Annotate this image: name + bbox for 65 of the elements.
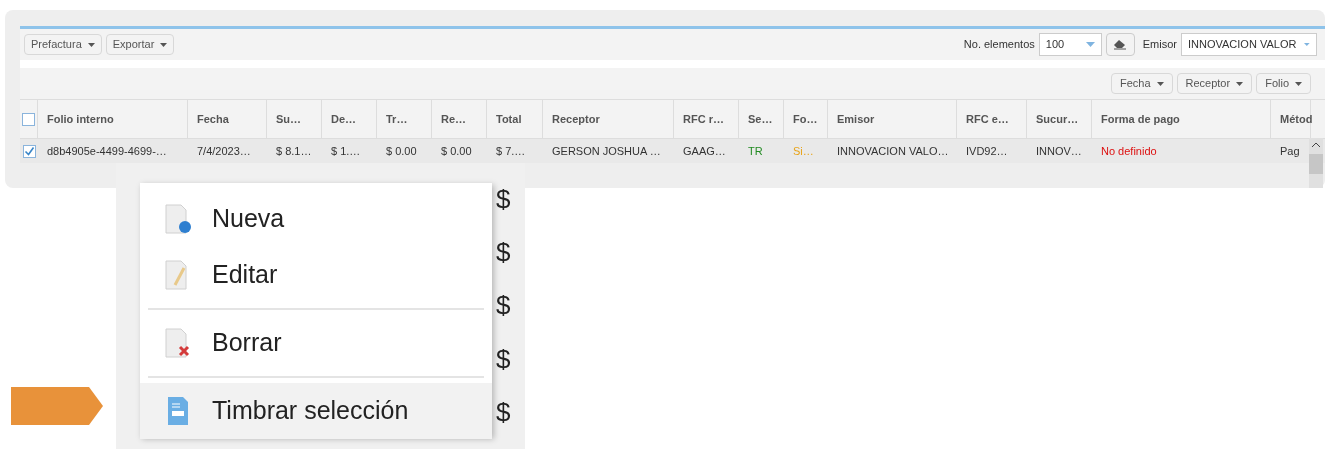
toolbar-button[interactable]: Exportar <box>105 34 175 55</box>
currency-sign: $ <box>496 342 511 376</box>
filter-button[interactable]: Folio <box>1256 73 1311 94</box>
checkbox[interactable] <box>22 144 36 158</box>
checkbox[interactable] <box>22 112 35 126</box>
table-cell-text: No definido <box>1101 143 1157 159</box>
menu-item[interactable]: Timbrar selección <box>140 383 492 439</box>
column-header[interactable]: Re… <box>432 100 487 138</box>
table-cell-text: INNOV… <box>1036 143 1082 159</box>
menu-item[interactable]: Nueva <box>140 191 492 247</box>
column-header[interactable]: Emisor <box>828 100 957 138</box>
menu-item[interactable]: Editar <box>140 247 492 303</box>
toolbar-button[interactable]: Prefactura <box>24 34 102 55</box>
table-cell-text: INNOVACION VALO… <box>837 143 949 159</box>
currency-sign: $ <box>496 395 511 429</box>
column-header[interactable]: Fo… <box>784 100 828 138</box>
table-cell-text: 7/4/2023… <box>197 143 251 159</box>
caret-icon <box>1085 42 1095 47</box>
table-cell-text: GERSON JOSHUA … <box>552 143 661 159</box>
menu-item[interactable]: Borrar <box>140 315 492 371</box>
table-cell-text: $ 0.00 <box>441 143 472 159</box>
table-cell-text: d8b4905e-4499-4699-… <box>47 143 167 159</box>
scroll-up-icon[interactable] <box>1311 142 1321 148</box>
currency-sign: $ <box>496 289 511 323</box>
table-cell-text: $ 8.1… <box>276 143 312 159</box>
column-header[interactable]: Sucur… <box>1027 100 1092 138</box>
caret-icon <box>1236 81 1244 86</box>
column-header[interactable]: Métod <box>1271 100 1311 138</box>
table-row[interactable]: d8b4905e-4499-4699-… 7/4/2023… $ 8.1… $ 1.… $ 0.00 $ 0.00 $ 7.… GERSON JOSHUA … GAAG… TR Si… INNOVACION VALO… IVD92… INNOV… No definido Pag <box>20 139 1325 163</box>
eraser-button[interactable] <box>1105 33 1135 56</box>
column-header[interactable]: Fecha <box>188 100 267 138</box>
page-size-label: No. elementos <box>963 37 1035 53</box>
table-cell-text: Pag <box>1280 143 1300 159</box>
caret-icon <box>87 42 95 47</box>
issuer-select[interactable]: INNOVACION VALOR <box>1181 33 1317 56</box>
issuer-label: Emisor <box>1142 37 1177 53</box>
caret-icon <box>1304 42 1310 47</box>
column-header[interactable]: Se… <box>739 100 784 138</box>
scrollbar[interactable] <box>1309 138 1323 188</box>
currency-sign: $ <box>496 236 511 270</box>
column-header[interactable]: RFC e… <box>957 100 1027 138</box>
document-globe-icon <box>164 203 194 235</box>
table-cell-text: Si… <box>793 143 814 159</box>
currency-sign: $ <box>496 183 511 217</box>
column-header[interactable]: Receptor <box>543 100 674 138</box>
table-cell-text: $ 1.… <box>331 143 361 159</box>
column-header[interactable]: RFC r… <box>674 100 739 138</box>
table-cell-text: $ 0.00 <box>386 143 417 159</box>
caret-icon <box>1295 81 1302 86</box>
caret-icon <box>1156 81 1164 86</box>
column-header[interactable]: Total <box>487 100 543 138</box>
filter-button[interactable]: Receptor <box>1176 73 1253 94</box>
eraser-icon <box>1113 39 1128 50</box>
column-header[interactable]: Su… <box>267 100 322 138</box>
table-cell-text: TR <box>748 143 763 159</box>
table-cell-text: IVD92… <box>966 143 1008 159</box>
table-cell-text: $ 7.… <box>496 143 526 159</box>
caret-icon <box>160 42 168 47</box>
page-size-select[interactable]: 100 <box>1038 33 1102 56</box>
column-header[interactable]: Forma de pago <box>1092 100 1271 138</box>
column-header[interactable]: Tr… <box>377 100 432 138</box>
column-header[interactable]: Folio interno <box>38 100 188 138</box>
filter-button[interactable]: Fecha <box>1110 73 1173 94</box>
column-header[interactable]: De… <box>322 100 377 138</box>
table-cell-text: GAAG… <box>683 143 726 159</box>
